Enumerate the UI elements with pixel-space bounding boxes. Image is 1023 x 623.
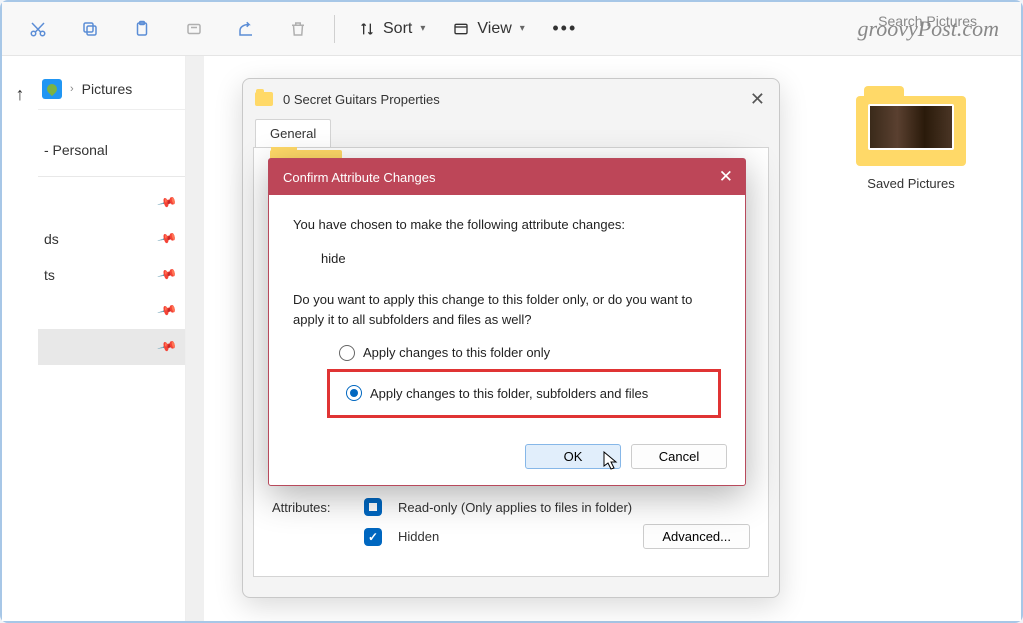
chevron-down-icon: ▾: [520, 23, 525, 34]
readonly-label: Read-only (Only applies to files in fold…: [398, 500, 632, 515]
radio-folder-only[interactable]: Apply changes to this folder only: [339, 343, 721, 363]
radio-label: Apply changes to this folder only: [363, 343, 550, 363]
confirm-dialog: Confirm Attribute Changes ✕ You have cho…: [268, 158, 746, 486]
attributes-row: Hidden Advanced...: [254, 520, 768, 553]
confirm-buttons: OK Cancel: [269, 434, 745, 485]
readonly-checkbox[interactable]: [364, 498, 382, 516]
pin-icon: 📌: [156, 336, 178, 358]
confirm-question: Do you want to apply this change to this…: [293, 290, 721, 329]
nav-column: ↑: [2, 56, 38, 621]
sort-label: Sort: [383, 20, 412, 38]
sidebar-item[interactable]: ts 📌: [38, 257, 185, 293]
rename-button[interactable]: [170, 9, 218, 49]
pin-icon: 📌: [156, 192, 178, 214]
tab-general[interactable]: General: [255, 119, 331, 147]
folder-icon: [856, 86, 966, 166]
hidden-label: Hidden: [398, 529, 439, 544]
toolbar-separator: [334, 15, 335, 43]
attributes-row: Attributes: Read-only (Only applies to f…: [254, 494, 768, 520]
radio-icon: [339, 345, 355, 361]
chevron-down-icon: ▾: [420, 23, 425, 34]
folder-label: Saved Pictures: [841, 176, 981, 191]
sidebar-item[interactable]: 📌: [38, 329, 185, 365]
toolbar: Sort ▾ View ▾ ••• groovyPost.com: [2, 2, 1021, 56]
confirm-change: hide: [293, 249, 721, 269]
radio-label: Apply changes to this folder, subfolders…: [370, 384, 648, 404]
search-placeholder[interactable]: Search Pictures: [878, 13, 977, 29]
cut-button[interactable]: [14, 9, 62, 49]
advanced-button[interactable]: Advanced...: [643, 524, 750, 549]
attributes-label: Attributes:: [272, 500, 348, 515]
sidebar-item-label: ts: [44, 267, 55, 283]
confirm-intro: You have chosen to make the following at…: [293, 215, 721, 235]
chevron-right-icon: ›: [70, 83, 74, 95]
breadcrumb-current: Pictures: [82, 81, 133, 97]
up-arrow-button[interactable]: ↑: [16, 84, 25, 105]
folder-icon: [255, 92, 273, 106]
more-button[interactable]: •••: [541, 9, 589, 49]
sidebar-item-label: - Personal: [44, 142, 108, 158]
sidebar-divider: [38, 176, 185, 177]
pin-icon: 📌: [156, 300, 178, 322]
cancel-button[interactable]: Cancel: [631, 444, 727, 469]
sidebar-list: - Personal 📌 ds 📌 ts 📌 📌 📌: [38, 132, 185, 365]
folder-item-saved-pictures[interactable]: Saved Pictures: [841, 86, 981, 191]
copy-button[interactable]: [66, 9, 114, 49]
radio-all[interactable]: Apply changes to this folder, subfolders…: [346, 384, 714, 404]
delete-button[interactable]: [274, 9, 322, 49]
confirm-titlebar[interactable]: Confirm Attribute Changes ✕: [269, 159, 745, 195]
properties-tabs: General: [243, 119, 779, 147]
highlight-box: Apply changes to this folder, subfolders…: [327, 369, 721, 419]
pin-icon: 📌: [156, 228, 178, 250]
sidebar-item-label: ds: [44, 231, 59, 247]
close-button[interactable]: ✕: [719, 167, 733, 187]
scrollbar[interactable]: [186, 56, 204, 621]
sidebar-item[interactable]: ds 📌: [38, 221, 185, 257]
sidebar-item[interactable]: 📌: [38, 185, 185, 221]
confirm-body: You have chosen to make the following at…: [269, 195, 745, 434]
close-button[interactable]: ✕: [750, 89, 765, 110]
sidebar-item[interactable]: 📌: [38, 293, 185, 329]
sidebar-item[interactable]: - Personal: [38, 132, 185, 168]
pin-icon: 📌: [156, 264, 178, 286]
sort-button[interactable]: Sort ▾: [347, 14, 437, 44]
ok-button[interactable]: OK: [525, 444, 621, 469]
properties-title: 0 Secret Guitars Properties: [283, 92, 440, 107]
confirm-title-text: Confirm Attribute Changes: [283, 170, 435, 185]
hidden-checkbox[interactable]: [364, 528, 382, 546]
properties-titlebar[interactable]: 0 Secret Guitars Properties ✕: [243, 79, 779, 119]
paste-button[interactable]: [118, 9, 166, 49]
share-button[interactable]: [222, 9, 270, 49]
radio-icon: [346, 385, 362, 401]
breadcrumb[interactable]: › Pictures: [38, 68, 185, 110]
view-label: View: [477, 20, 511, 38]
sidebar: › Pictures - Personal 📌 ds 📌 ts 📌 📌: [38, 56, 186, 621]
view-button[interactable]: View ▾: [441, 14, 536, 44]
pictures-icon: [42, 79, 62, 99]
